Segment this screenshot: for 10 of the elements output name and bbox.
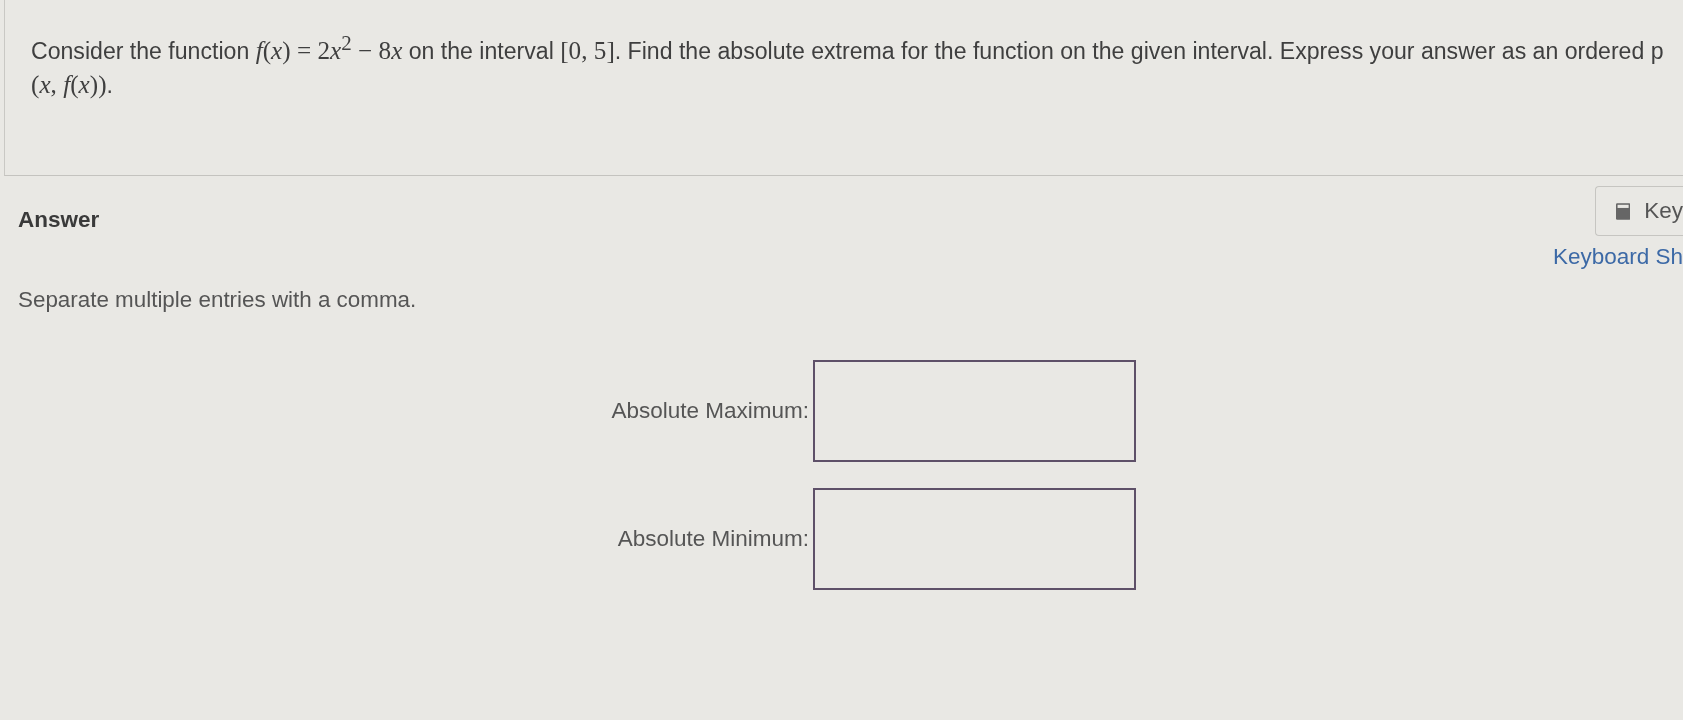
keypad-button[interactable]: Key [1595,186,1683,236]
calculator-icon [1616,200,1631,222]
keyboard-shortcuts-link[interactable]: Keyboard Sh [1552,244,1683,269]
answer-box[interactable] [813,360,1136,462]
field-label: Absolute Maximum: [611,398,809,424]
instruction-text: Separate multiple entries with a comma. [18,287,417,312]
question-text: Consider the function f(x) = 2x$^{2}$ − 8x on the interval [0, 5]. Find the absolute extrema for the function on the given interval. Express your answer as an ordered p (x, f(x)). [31,30,1664,101]
answer-heading: Answer [18,208,100,232]
answer-box[interactable] [813,488,1136,590]
field-label: Absolute Minimum: [617,526,809,552]
